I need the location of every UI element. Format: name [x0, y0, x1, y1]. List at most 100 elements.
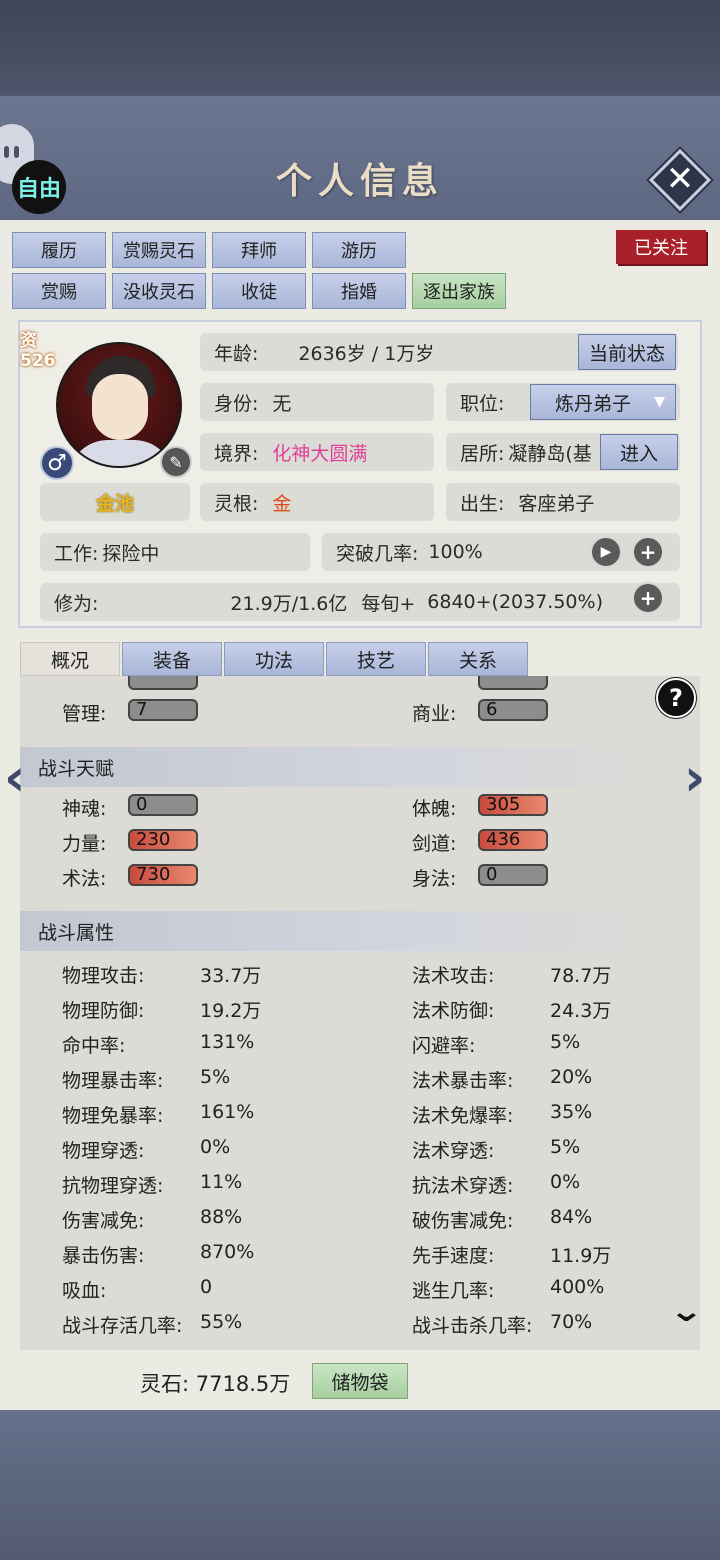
tab-overview[interactable]: 概况 [20, 642, 120, 676]
attr-value: 11% [200, 1171, 243, 1193]
attr-value: 5% [200, 1066, 231, 1088]
talent-label: 剑道: [412, 833, 457, 855]
attr-value: 0 [200, 1276, 213, 1298]
avatar-robe [68, 440, 174, 466]
next-arrow-icon[interactable]: › [684, 748, 705, 808]
attr-label: 破伤害减免: [412, 1210, 514, 1232]
reward-button[interactable]: 赏赐 [12, 273, 106, 309]
take-disciple-button[interactable]: 收徒 [212, 273, 306, 309]
brush-icon[interactable]: ✎ [160, 446, 192, 478]
realm-label: 境界: [214, 442, 259, 465]
attr-value: 24.3万 [550, 1000, 612, 1022]
help-icon[interactable]: ? [656, 678, 696, 718]
tab-skills[interactable]: 技艺 [326, 642, 426, 676]
birth-value: 客座弟子 [518, 492, 595, 515]
page-title: 个人信息 [275, 160, 444, 202]
talent-bar: 436 [478, 829, 548, 851]
prev-arrow-icon[interactable]: ‹ [4, 748, 25, 808]
commerce-bar: 6 [478, 699, 548, 721]
confiscate-stones-button[interactable]: 没收灵石 [112, 273, 206, 309]
play-icon[interactable]: ▶ [590, 536, 622, 568]
residence-value: 凝静岛(基 [508, 442, 592, 465]
work-field: 工作: 探险中 [40, 533, 310, 571]
resume-button[interactable]: 履历 [12, 232, 106, 268]
talent-label: 术法: [62, 868, 107, 890]
avatar[interactable] [56, 342, 182, 468]
position-value: 炼丹弟子 [555, 392, 632, 415]
identity-field: 身份: 无 [200, 383, 434, 421]
commerce-label: 商业: [412, 703, 457, 725]
attr-label: 伤害减免: [62, 1210, 145, 1232]
close-icon: ✕ [665, 159, 695, 199]
current-status-button[interactable]: 当前状态 [578, 334, 676, 370]
cultivation-label: 修为: [54, 592, 99, 615]
attr-label: 物理攻击: [62, 965, 145, 987]
attr-label: 法术免爆率: [412, 1105, 514, 1127]
birth-label: 出生: [460, 492, 505, 515]
free-mode-toggle[interactable]: 自由 [0, 120, 70, 214]
attr-value: 19.2万 [200, 1000, 262, 1022]
aptitude-badge: 资 526 [20, 326, 56, 371]
attr-value: 78.7万 [550, 965, 612, 987]
followed-badge[interactable]: 已关注 [616, 230, 706, 264]
attr-label: 吸血: [62, 1280, 107, 1302]
bubble-dot [4, 146, 9, 158]
add-cultivation-icon[interactable]: + [632, 582, 664, 614]
travel-button[interactable]: 游历 [312, 232, 406, 268]
management-bar: 7 [128, 699, 198, 721]
tab-techniques[interactable]: 功法 [224, 642, 324, 676]
position-dropdown[interactable]: 炼丹弟子 ▼ [530, 384, 676, 420]
age-value: 2636岁 / 1万岁 [298, 342, 435, 365]
spirit-root-name: 金池 [40, 483, 190, 521]
chevron-down-icon[interactable]: ⌄ [669, 1294, 719, 1329]
attr-value: 20% [550, 1066, 593, 1088]
identity-label: 身份: [214, 392, 259, 415]
cultivation-field: 修为: 21.9万/1.6亿 每旬+ 6840+(2037.50%) [40, 583, 680, 621]
attr-value: 84% [550, 1206, 593, 1228]
spirit-root-value: 金 [272, 492, 292, 515]
tab-relations[interactable]: 关系 [428, 642, 528, 676]
attr-label: 物理穿透: [62, 1140, 145, 1162]
spirit-root-label: 灵根: [214, 492, 259, 515]
attr-label: 战斗存活几率: [62, 1315, 183, 1337]
talent-label: 身法: [412, 868, 457, 890]
overview-content[interactable]: 管理: 7 商业: 6 战斗天赋 神魂: 0 体魄: 305 力量: 230 剑… [20, 676, 700, 1350]
enter-residence-button[interactable]: 进入 [600, 434, 678, 470]
attr-label: 战斗击杀几率: [412, 1315, 533, 1337]
realm-value: 化神大圆满 [272, 442, 368, 465]
breakthrough-field: 突破几率: 100% [322, 533, 680, 571]
add-icon[interactable]: + [632, 536, 664, 568]
talent-bar: 0 [478, 864, 548, 886]
attr-value: 33.7万 [200, 965, 262, 987]
birth-field: 出生: 客座弟子 [446, 483, 680, 521]
identity-value: 无 [272, 392, 292, 415]
attr-value: 161% [200, 1101, 255, 1123]
combat-attr-header: 战斗属性 [20, 911, 700, 951]
tab-equipment[interactable]: 装备 [122, 642, 222, 676]
apprentice-button[interactable]: 拜师 [212, 232, 306, 268]
talent-label: 力量: [62, 833, 107, 855]
talent-bar: 230 [128, 829, 198, 851]
spirit-stone-count: 灵石: 7718.5万 [140, 1372, 291, 1396]
attr-value: 88% [200, 1206, 243, 1228]
attr-value: 131% [200, 1031, 255, 1053]
reward-stones-button[interactable]: 赏赐灵石 [112, 232, 206, 268]
work-value: 探险中 [102, 542, 160, 565]
talent-bar: 730 [128, 864, 198, 886]
attr-value: 400% [550, 1276, 605, 1298]
age-label: 年龄: [214, 342, 259, 365]
attr-label: 命中率: [62, 1035, 126, 1057]
arrange-marriage-button[interactable]: 指婚 [312, 273, 406, 309]
expel-button[interactable]: 逐出家族 [412, 273, 506, 309]
attr-value: 5% [550, 1031, 581, 1053]
attr-value: 5% [550, 1136, 581, 1158]
attr-label: 抗物理穿透: [62, 1175, 164, 1197]
attr-value: 55% [200, 1311, 243, 1333]
bubble-dot [14, 146, 19, 158]
spirit-root-field: 灵根: 金 [200, 483, 434, 521]
storage-bag-button[interactable]: 储物袋 [312, 1363, 408, 1399]
attr-value: 0% [200, 1136, 231, 1158]
combat-talent-header: 战斗天赋 [20, 747, 700, 787]
attr-label: 逃生几率: [412, 1280, 495, 1302]
attr-label: 物理暴击率: [62, 1070, 164, 1092]
